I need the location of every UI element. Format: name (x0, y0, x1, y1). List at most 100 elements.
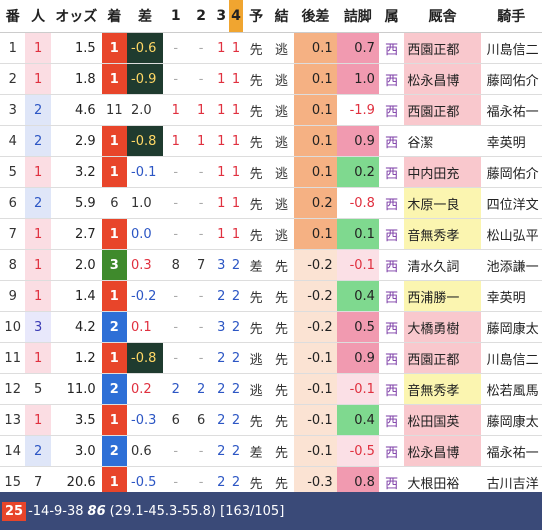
table-row[interactable]: 7 1 2.7 1 0.0- -1 1 先逃 0.1 0.1 西音無秀孝 松山弘平 (0, 218, 542, 250)
popularity-cell: 1 (25, 404, 51, 436)
column-header[interactable]: 4 (228, 0, 244, 33)
back-diff-cell: 0.1 (294, 63, 337, 95)
prediction-cell: 差 (243, 249, 269, 281)
result-cell: 逃 (268, 125, 295, 157)
odds-cell: 2.9 (50, 125, 102, 157)
corner-3-cell: 2 (213, 435, 229, 467)
row-number: 13 (0, 404, 26, 436)
jockey-cell: 川島信二 (480, 32, 542, 64)
margin-cell: -0.2 (127, 280, 164, 312)
corner-4-cell: 1 (228, 156, 244, 188)
corner-2-cell: - (188, 311, 214, 343)
corner-3-cell: 1 (213, 32, 229, 64)
corner-2-cell: - (188, 218, 214, 250)
column-header[interactable]: 後差 (294, 0, 337, 33)
table-row[interactable]: 13 1 3.5 1 -0.3 6 6 2 2 先先 -0.1 0.4 西松田国英 藤岡康太 (0, 404, 542, 436)
table-row[interactable]: 6 2 5.9 6 1.0- -1 1 先逃 0.2 -0.8 西木原一良 四位洋文 (0, 187, 542, 219)
column-header[interactable]: 騎手 (480, 0, 542, 33)
finish-position-cell: 2 (101, 373, 128, 405)
row-number: 12 (0, 373, 26, 405)
corner-3-cell: 3 (213, 249, 229, 281)
result-cell: 先 (268, 435, 295, 467)
finish-position-cell: 1 (101, 156, 128, 188)
column-header[interactable]: 結 (268, 0, 295, 33)
corner-3-cell: 2 (213, 342, 229, 374)
column-header[interactable]: 差 (127, 0, 164, 33)
column-header[interactable]: 番 (0, 0, 26, 33)
result-cell: 先 (268, 249, 295, 281)
table-row[interactable]: 8 1 2.0 3 0.3 8 7 3 2 差先 -0.2 -0.1 西清水久詞 池添謙一 (0, 249, 542, 281)
column-header[interactable]: 1 (163, 0, 189, 33)
result-cell: 逃 (268, 32, 295, 64)
table-row[interactable]: 4 2 2.9 1 -0.8 1 1 1 1 先逃 0.1 0.9 西谷潔 幸英明 (0, 125, 542, 157)
column-header[interactable]: 人 (25, 0, 51, 33)
table-row[interactable]: 2 1 1.8 1 -0.9- -1 1 先逃 0.1 1.0 西松永昌博 藤岡佑介 (0, 63, 542, 95)
table-row[interactable]: 1 1 1.5 1 -0.6- -1 1 先逃 0.1 0.7 西西園正都 川島信二 (0, 32, 542, 64)
margin-cell: -0.6 (127, 32, 164, 64)
corner-1-cell: - (163, 218, 189, 250)
table-row[interactable]: 12 5 11.0 2 0.2 2 2 2 2 逃先 -0.1 -0.1 西音無秀孝 松若風馬 (0, 373, 542, 405)
popularity-cell: 2 (25, 94, 51, 126)
table-row[interactable]: 14 2 3.0 2 0.6- -2 2 差先 -0.1 -0.5 西松永昌博 福永祐一 (0, 435, 542, 467)
finish-position-cell: 1 (101, 32, 128, 64)
prediction-cell: 先 (243, 94, 269, 126)
prediction-cell: 先 (243, 125, 269, 157)
column-header[interactable]: 厩舎 (404, 0, 481, 33)
finish-position-cell: 3 (101, 249, 128, 281)
corner-3-cell: 1 (213, 156, 229, 188)
popularity-cell: 1 (25, 280, 51, 312)
prediction-cell: 逃 (243, 373, 269, 405)
corner-3-cell: 1 (213, 125, 229, 157)
corner-4-cell: 1 (228, 32, 244, 64)
jockey-cell: 松山弘平 (480, 218, 542, 250)
column-header[interactable]: 詰脚 (336, 0, 379, 33)
footer-score: 86 (87, 503, 106, 519)
column-header[interactable]: 予 (243, 0, 269, 33)
odds-cell: 3.2 (50, 156, 102, 188)
popularity-cell: 2 (25, 187, 51, 219)
odds-cell: 4.6 (50, 94, 102, 126)
row-number: 5 (0, 156, 26, 188)
last-leg-cell: 0.2 (336, 156, 379, 188)
table-row[interactable]: 10 3 4.2 2 0.1- -3 2 先先 -0.2 0.5 西大橋勇樹 藤岡康太 (0, 311, 542, 343)
table-row[interactable]: 3 2 4.6 11 2.0 1 1 1 1 先逃 0.1 -1.9 西西園正都 福永祐一 (0, 94, 542, 126)
row-number: 1 (0, 32, 26, 64)
column-header[interactable]: オッズ (50, 0, 102, 33)
trainer-cell: 西園正都 (404, 342, 481, 374)
corner-4-cell: 2 (228, 249, 244, 281)
trainer-cell: 西浦勝一 (404, 280, 481, 312)
column-header[interactable]: 2 (188, 0, 214, 33)
finish-position-cell: 1 (101, 342, 128, 374)
jockey-cell: 池添謙一 (480, 249, 542, 281)
table-row[interactable]: 5 1 3.2 1 -0.1- -1 1 先逃 0.1 0.2 西中内田充 藤岡佑介 (0, 156, 542, 188)
column-header[interactable]: 属 (378, 0, 405, 33)
corner-4-cell: 1 (228, 125, 244, 157)
corner-4-cell: 2 (228, 404, 244, 436)
margin-cell: -0.3 (127, 404, 164, 436)
finish-position-cell: 2 (101, 311, 128, 343)
stable-cell: 西 (378, 404, 405, 436)
jockey-cell: 松若風馬 (480, 373, 542, 405)
corner-2-cell: 2 (188, 373, 214, 405)
table-row[interactable]: 9 1 1.4 1 -0.2- -2 2 先先 -0.2 0.4 西西浦勝一 幸英明 (0, 280, 542, 312)
finish-position-cell: 11 (101, 94, 128, 126)
corner-2-cell: - (188, 187, 214, 219)
finish-position-cell: 2 (101, 435, 128, 467)
column-header[interactable]: 3 (213, 0, 229, 33)
margin-cell: -0.1 (127, 156, 164, 188)
row-number: 6 (0, 187, 26, 219)
stable-cell: 西 (378, 218, 405, 250)
popularity-cell: 1 (25, 32, 51, 64)
odds-cell: 1.5 (50, 32, 102, 64)
margin-cell: -0.9 (127, 63, 164, 95)
trainer-cell: 松永昌博 (404, 435, 481, 467)
corner-4-cell: 2 (228, 311, 244, 343)
margin-cell: 2.0 (127, 94, 164, 126)
finish-position-cell: 1 (101, 63, 128, 95)
table-row[interactable]: 11 1 1.2 1 -0.8- -2 2 逃先 -0.1 0.9 西西園正都 川島信二 (0, 342, 542, 374)
trainer-cell: 谷潔 (404, 125, 481, 157)
column-header[interactable]: 着 (101, 0, 128, 33)
corner-1-cell: - (163, 311, 189, 343)
popularity-cell: 1 (25, 218, 51, 250)
result-cell: 先 (268, 342, 295, 374)
